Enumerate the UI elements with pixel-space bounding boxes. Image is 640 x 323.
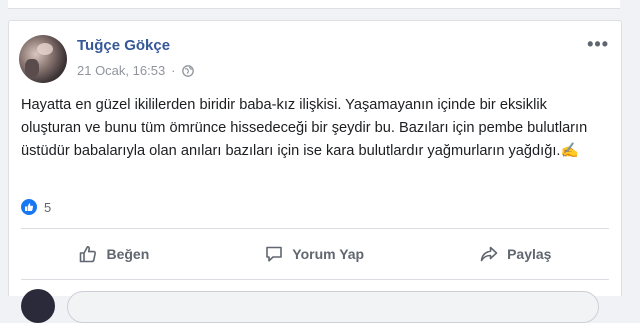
comment-input[interactable]	[67, 291, 599, 323]
comment-composer	[21, 289, 601, 323]
comment-label: Yorum Yap	[292, 246, 365, 262]
globe-icon[interactable]	[181, 64, 194, 77]
post-actions: Beğen Yorum Yap Paylaş	[21, 239, 609, 269]
comment-icon	[266, 246, 283, 262]
like-reaction-icon	[21, 199, 37, 215]
divider	[21, 279, 609, 280]
post-text: Hayatta en güzel ikililerden biridir bab…	[21, 97, 588, 159]
viewer-avatar[interactable]	[21, 289, 55, 323]
like-label: Beğen	[106, 246, 150, 262]
reactions-summary[interactable]: 5	[21, 199, 51, 215]
more-options-icon[interactable]: •••	[587, 35, 609, 53]
author-avatar[interactable]	[19, 35, 67, 83]
thumbs-up-icon	[80, 246, 97, 263]
post-card: Tuğçe Gökçe 21 Ocak, 16:53 · ••• Hayatta…	[8, 20, 622, 323]
divider	[21, 228, 609, 229]
reaction-count: 5	[44, 199, 52, 215]
comment-button[interactable]: Yorum Yap	[264, 244, 364, 264]
share-button[interactable]: Paylaş	[479, 244, 551, 264]
post-timestamp[interactable]: 21 Ocak, 16:53	[77, 63, 165, 78]
like-button[interactable]: Beğen	[78, 244, 149, 264]
previous-post-edge	[8, 0, 620, 9]
post-meta: 21 Ocak, 16:53 ·	[77, 63, 194, 78]
author-name[interactable]: Tuğçe Gökçe	[77, 37, 170, 54]
share-label: Paylaş	[507, 246, 552, 262]
share-icon	[480, 246, 498, 262]
